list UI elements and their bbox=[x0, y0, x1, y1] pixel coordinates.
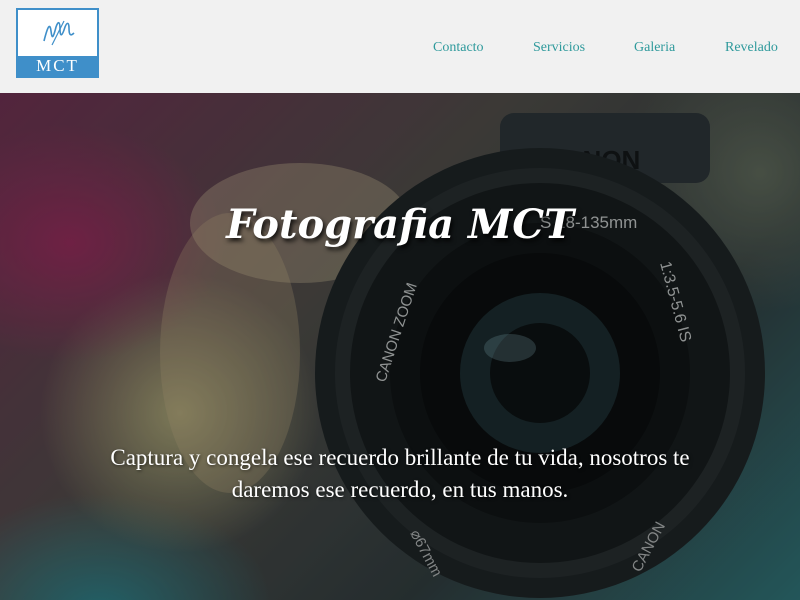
nav-link-galeria[interactable]: Galeria bbox=[634, 40, 675, 56]
camera-lens-photo: CANON S 18-135mm 1:3.5-5.6 IS CANON ZOOM… bbox=[0, 93, 800, 600]
main-nav: Contacto Servicios Galeria Revelado bbox=[0, 40, 800, 60]
nav-link-contacto[interactable]: Contacto bbox=[433, 40, 484, 56]
hero-tagline: Captura y congela ese recuerdo brillante… bbox=[110, 445, 690, 502]
hero-title: Fotografia MCT bbox=[226, 201, 574, 248]
hero-section: CANON S 18-135mm 1:3.5-5.6 IS CANON ZOOM… bbox=[0, 93, 800, 600]
site-header: MCT Contacto Servicios Galeria Revelado bbox=[0, 0, 800, 93]
nav-link-revelado[interactable]: Revelado bbox=[725, 40, 778, 56]
nav-link-servicios[interactable]: Servicios bbox=[533, 40, 585, 56]
